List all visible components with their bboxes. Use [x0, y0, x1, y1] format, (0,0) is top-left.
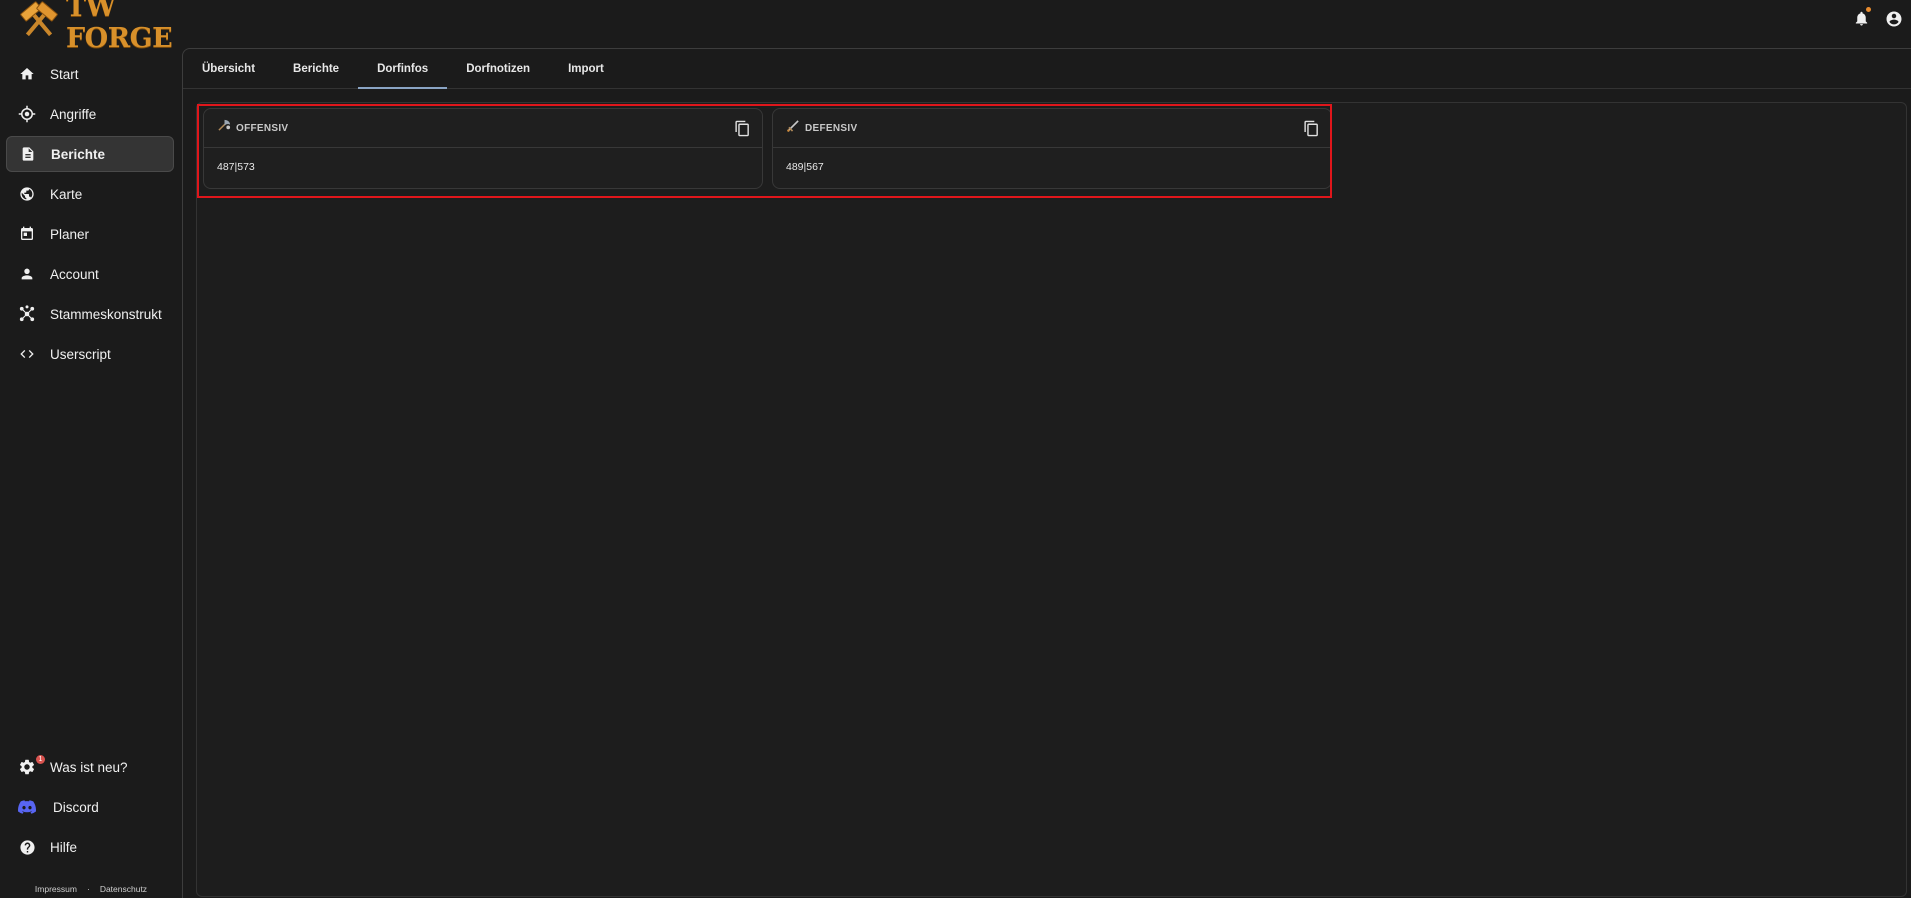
tab-bar: Übersicht Berichte Dorfinfos Dorfnotizen…: [183, 49, 1911, 89]
globe-icon: [18, 185, 36, 203]
sidebar-item-label: Karte: [50, 186, 83, 202]
sidebar-item-label: Start: [50, 66, 79, 82]
sidebar-item-label: Was ist neu?: [50, 759, 128, 775]
content-panel: [196, 102, 1907, 897]
notification-badge: 1: [36, 755, 45, 764]
home-icon: [18, 65, 36, 83]
sidebar-item-account[interactable]: Account: [6, 256, 174, 292]
tab-dorfinfos[interactable]: Dorfinfos: [358, 49, 448, 89]
sidebar-item-label: Hilfe: [50, 839, 78, 855]
main-panel: Übersicht Berichte Dorfinfos Dorfnotizen…: [182, 48, 1911, 898]
help-icon: [18, 838, 36, 856]
selection-highlight: [197, 104, 1332, 198]
sidebar-item-karte[interactable]: Karte: [6, 176, 174, 212]
tab-uebersicht[interactable]: Übersicht: [183, 49, 274, 88]
sidebar-item-label: Stammeskonstrukt: [50, 306, 162, 322]
person-icon: [18, 265, 36, 283]
sidebar-item-planer[interactable]: Planer: [6, 216, 174, 252]
code-icon: [18, 345, 36, 363]
sidebar-item-userscript[interactable]: Userscript: [6, 336, 174, 372]
sidebar-item-label: Berichte: [51, 146, 106, 162]
tab-berichte[interactable]: Berichte: [274, 49, 358, 88]
footer-separator: ·: [86, 884, 90, 894]
impressum-link[interactable]: Impressum: [35, 884, 77, 894]
logo[interactable]: TW FORGE: [16, 0, 182, 54]
calendar-icon: [18, 225, 36, 243]
sidebar-item-berichte[interactable]: Berichte: [6, 136, 174, 172]
datenschutz-link[interactable]: Datenschutz: [100, 884, 147, 894]
app-root: TW FORGE Start Angriffe Berichte Karte P…: [0, 0, 1911, 898]
top-right-toolbar: [1853, 7, 1903, 28]
sidebar: TW FORGE Start Angriffe Berichte Karte P…: [0, 0, 182, 898]
sidebar-item-discord[interactable]: Discord: [6, 789, 174, 825]
logo-text: TW FORGE: [66, 0, 173, 54]
sidebar-item-label: Account: [50, 266, 99, 282]
target-icon: [18, 105, 36, 123]
sidebar-item-angriffe[interactable]: Angriffe: [6, 96, 174, 132]
document-icon: [19, 145, 37, 163]
gear-badge-icon: [18, 758, 36, 776]
tab-import[interactable]: Import: [549, 49, 623, 88]
sidebar-item-label: Userscript: [50, 346, 111, 362]
footer-links: Impressum · Datenschutz: [0, 884, 182, 894]
sidebar-item-label: Angriffe: [50, 106, 97, 122]
sidebar-item-start[interactable]: Start: [6, 56, 174, 92]
tab-dorfnotizen[interactable]: Dorfnotizen: [447, 49, 549, 88]
sidebar-bottom-nav: 1 Was ist neu? Discord Hilfe: [0, 749, 182, 869]
account-circle-icon[interactable]: [1885, 10, 1903, 28]
sidebar-item-label: Discord: [53, 799, 99, 815]
sidebar-item-hilfe[interactable]: Hilfe: [6, 829, 174, 865]
notification-dot: [1866, 7, 1871, 12]
sidebar-item-label: Planer: [50, 226, 90, 242]
sidebar-item-whats-new[interactable]: 1 Was ist neu?: [6, 749, 174, 785]
discord-icon: [18, 798, 36, 816]
bell-icon[interactable]: [1853, 7, 1871, 28]
sidebar-item-stammeskonstrukt[interactable]: Stammeskonstrukt: [6, 296, 174, 332]
sidebar-nav: Start Angriffe Berichte Karte Planer Acc…: [0, 56, 182, 376]
hammers-logo-icon: [16, 0, 62, 46]
network-icon: [18, 305, 36, 323]
